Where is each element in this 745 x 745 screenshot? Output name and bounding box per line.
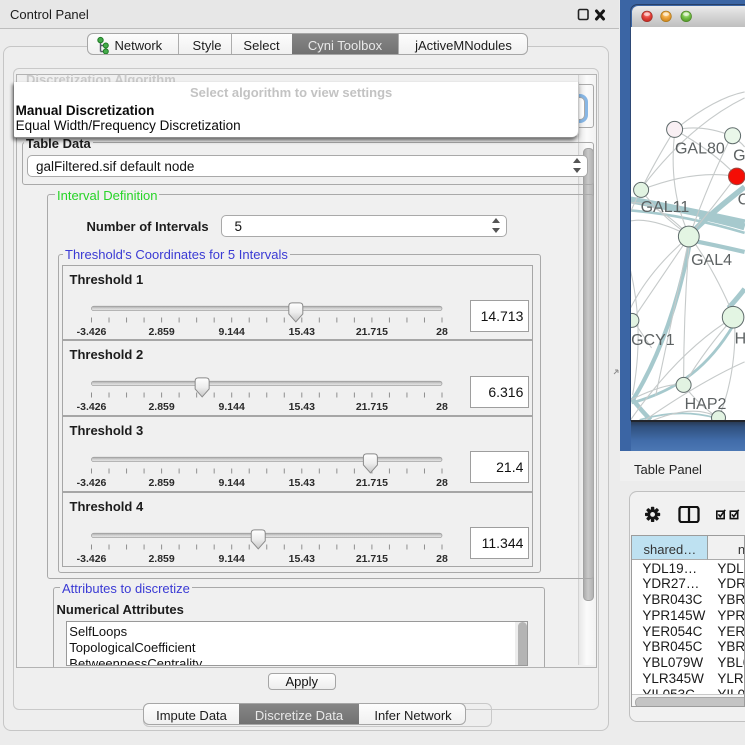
svg-text:GAL4: GAL4 (691, 252, 732, 269)
svg-text:HAP2: HAP2 (685, 396, 727, 413)
svg-text:GCY1: GCY1 (631, 332, 675, 349)
svg-text:GAL80: GAL80 (675, 140, 725, 157)
svg-text:CR: CR (738, 191, 745, 208)
svg-text:GAL: GAL (733, 147, 744, 164)
svg-text:GAL11: GAL11 (641, 199, 690, 216)
svg-text:HIS: HIS (735, 330, 745, 347)
